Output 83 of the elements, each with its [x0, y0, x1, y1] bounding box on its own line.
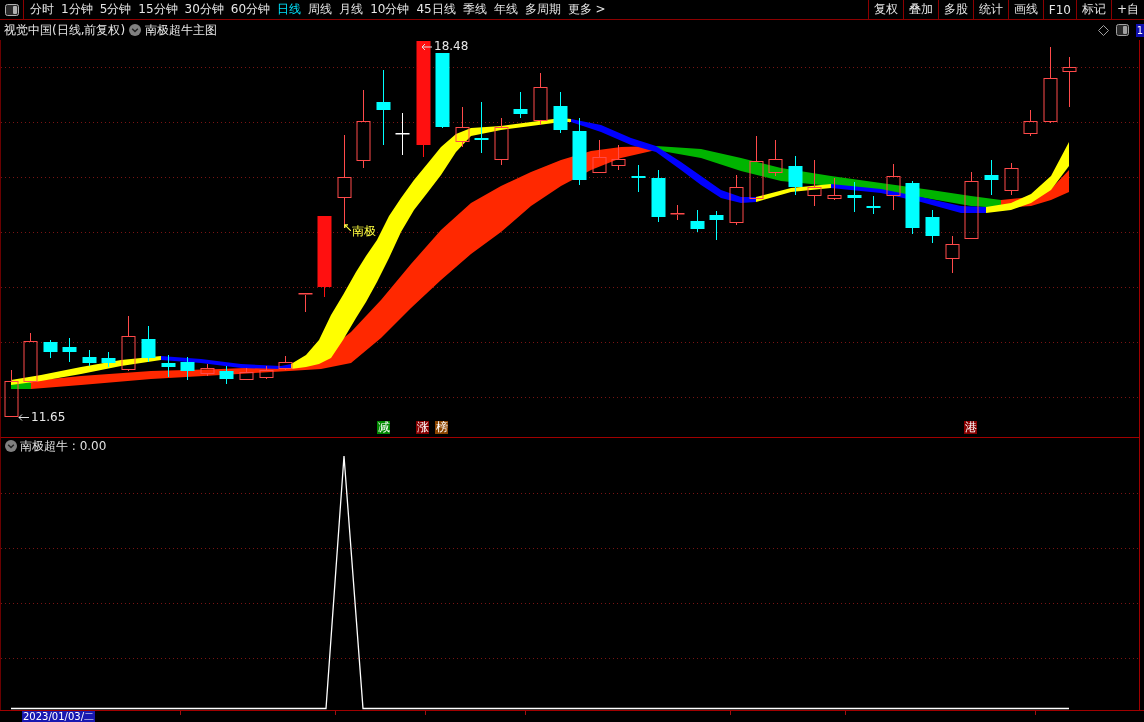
period-tab[interactable]: 5分钟: [99, 1, 132, 18]
period-tab[interactable]: 60分钟: [230, 1, 271, 18]
candlestick: [43, 339, 58, 359]
dropdown-icon[interactable]: [5, 440, 17, 452]
candlestick: [788, 155, 803, 196]
candlestick: [670, 204, 685, 221]
candlestick: [1062, 56, 1077, 108]
candlestick: [161, 354, 176, 378]
period-tab[interactable]: 15分钟: [138, 1, 178, 18]
period-tab[interactable]: 10分钟: [370, 1, 410, 18]
candlestick: [651, 169, 666, 223]
period-tab[interactable]: 30分钟: [184, 1, 224, 18]
arrow-icon: [421, 43, 432, 50]
candlestick: [690, 209, 705, 233]
period-tab[interactable]: 45日线: [416, 1, 456, 18]
candlestick: [455, 106, 470, 148]
candlestick: [101, 351, 116, 368]
arrow-icon: [344, 224, 351, 231]
candlestick: [572, 117, 587, 186]
candlestick: [259, 365, 274, 380]
candlestick: [807, 159, 822, 207]
candlestick: [866, 195, 881, 215]
date-label: 2023/01/03/二: [22, 711, 95, 722]
chart-title: 视觉中国(日线,前复权): [4, 21, 126, 39]
period-tab[interactable]: 周线: [308, 1, 333, 18]
candlestick: [23, 332, 38, 384]
period-tab[interactable]: 季线: [462, 1, 487, 18]
period-tab[interactable]: 多周期: [524, 1, 561, 18]
event-tag[interactable]: 港: [964, 421, 977, 434]
more-button[interactable]: 更多 >: [567, 1, 606, 18]
period-tab[interactable]: 日线: [277, 1, 302, 18]
candlestick: [1004, 162, 1019, 196]
period-tab[interactable]: 年线: [493, 1, 518, 18]
dropdown-icon[interactable]: [129, 24, 142, 36]
candlestick: [631, 164, 646, 193]
candlestick: [278, 355, 293, 371]
candlestick: [592, 139, 607, 173]
indicator-readout: 南极超牛 : 0.00: [20, 439, 107, 453]
candlestick: [239, 367, 254, 381]
candlestick: [141, 325, 156, 363]
candlestick: [1023, 109, 1038, 137]
signal-label: 南极: [352, 224, 376, 238]
candlestick: [768, 139, 783, 177]
candlestick: [4, 369, 19, 417]
candlestick: [82, 349, 97, 367]
candlestick: [62, 337, 77, 363]
candlestick: [964, 171, 979, 239]
candlestick: [905, 180, 920, 235]
period-tab[interactable]: 分时: [30, 1, 54, 18]
candlestick: [513, 91, 528, 119]
candlestick: [729, 174, 744, 226]
period-tab[interactable]: 月线: [339, 1, 364, 18]
candlestick: [474, 101, 489, 154]
candlestick: [494, 117, 509, 166]
candlestick: [219, 365, 234, 385]
candlestick: [945, 235, 960, 274]
candlestick: [533, 72, 548, 126]
candlestick: [298, 293, 313, 313]
candlestick: [395, 112, 410, 156]
indicator-selector[interactable]: 南极超牛主图: [145, 21, 218, 39]
panel-icon: [4, 3, 19, 16]
candlestick: [121, 315, 136, 372]
candlestick: [553, 91, 568, 134]
candlestick: [180, 356, 195, 381]
candlestick: [749, 135, 764, 199]
candlestick: [984, 159, 999, 196]
diamond-icon[interactable]: [1097, 24, 1109, 36]
event-tag[interactable]: 减: [377, 421, 390, 434]
candlestick: [847, 181, 862, 213]
event-tag[interactable]: 榜: [435, 421, 448, 434]
event-tag[interactable]: 涨: [416, 421, 429, 434]
page-badge[interactable]: 1: [1135, 23, 1144, 37]
candlestick: [925, 209, 940, 244]
candlestick: [611, 144, 626, 171]
period-tab[interactable]: 1分钟: [61, 1, 93, 18]
candlestick: [709, 210, 724, 241]
candlestick: [827, 177, 842, 201]
price-label: 18.48: [433, 40, 470, 53]
panel-icon[interactable]: [1115, 24, 1129, 36]
candlestick: [200, 363, 215, 377]
price-label: 11.65: [30, 411, 67, 424]
arrow-icon: [18, 414, 29, 421]
candlestick: [886, 163, 901, 211]
